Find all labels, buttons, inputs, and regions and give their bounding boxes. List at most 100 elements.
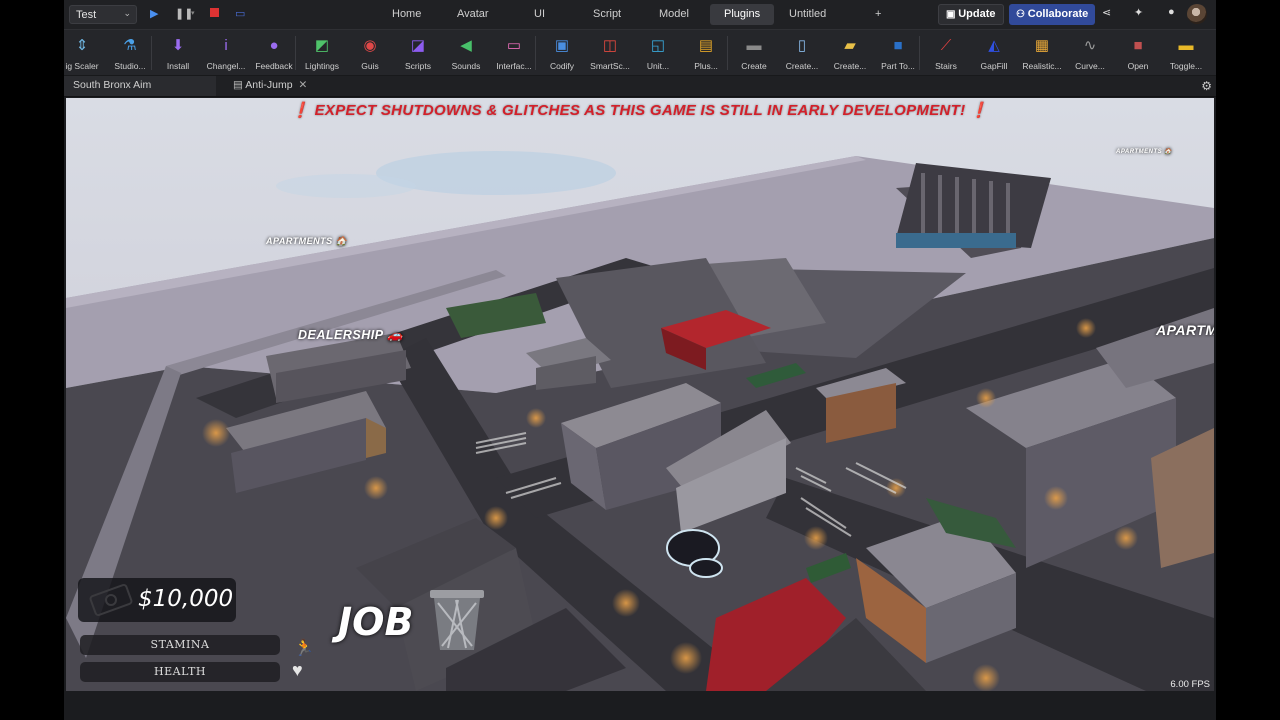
notification-bell-icon[interactable]: ● <box>1168 6 1175 18</box>
stamina-runner-icon: 🏃 <box>294 638 314 657</box>
health-bar: HEALTH <box>80 662 280 682</box>
ribbon-item-label: Realistic... <box>1022 61 1062 71</box>
ribbon-item-lighting[interactable]: ◩ Lightings <box>296 30 348 76</box>
ribbon-item-plus-doc[interactable]: ▤ Plus... <box>680 30 732 76</box>
play-mode-select[interactable]: Test ⌄ <box>69 5 137 24</box>
update-label: Update <box>958 8 996 20</box>
ribbon-item-unit[interactable]: ◱ Unit... <box>632 30 684 76</box>
ribbon-item-part[interactable]: ■ Part To... <box>872 30 924 76</box>
add-tab-button[interactable]: + <box>861 4 895 25</box>
ribbon-item-label: Toggle... <box>1169 61 1203 71</box>
ribbon-item-label: Codify <box>549 61 575 71</box>
ribbon-item-gui[interactable]: ◉ Guis <box>344 30 396 76</box>
ribbon-item-smartscale[interactable]: ◫ SmartSc... <box>584 30 636 76</box>
pause-dropdown-icon[interactable]: ▾ <box>191 9 195 17</box>
toggle-icon: ▬ <box>1178 37 1194 54</box>
ribbon-item-download-arrow[interactable]: ⬇ Install <box>152 30 204 76</box>
avatar[interactable] <box>1187 4 1207 24</box>
ribbon-item-gapfill[interactable]: ◭ GapFill <box>968 30 1020 76</box>
tab-untitled[interactable]: Untitled <box>775 4 840 25</box>
download-arrow-icon: ⬇ <box>171 37 185 54</box>
health-label: HEALTH <box>154 665 206 678</box>
open-icon: ■ <box>1133 37 1143 54</box>
ribbon-item-info[interactable]: i Changel... <box>200 30 252 76</box>
ribbon-item-flask[interactable]: ⚗ Studio... <box>104 30 156 76</box>
ribbon-item-create[interactable]: ▬ Create <box>728 30 780 76</box>
ribbon-item-label: Stairs <box>935 61 957 71</box>
ribbon-item-label: Curve... <box>1075 61 1105 71</box>
script-file-icon: ▤ <box>233 79 246 91</box>
billboard-dealership: DEALERSHIP 🚗 <box>298 328 404 342</box>
city-scene: 🏃 ♥ <box>66 98 1214 691</box>
collaborate-label: Collaborate <box>1027 8 1089 20</box>
ribbon-separator <box>919 36 920 70</box>
unit-icon: ◱ <box>650 37 666 54</box>
smartscale-icon: ◫ <box>602 37 618 54</box>
ribbon-item-label: Part To... <box>881 61 915 71</box>
collaborate-button[interactable]: ⚇ Collaborate <box>1009 4 1096 25</box>
gui-icon: ◉ <box>363 37 377 54</box>
gear-icon[interactable]: ⚙ <box>1201 79 1212 93</box>
tab-ui[interactable]: UI <box>520 4 559 25</box>
stop-icon[interactable] <box>210 8 219 17</box>
ribbon-item-interface[interactable]: ▭ Interfac... <box>488 30 540 76</box>
update-icon: ▣ <box>946 9 959 20</box>
file-tab-anti-jump[interactable]: ▤ Anti-Jump ✕ <box>224 76 312 96</box>
share-icon[interactable]: ⋖ <box>1102 6 1111 19</box>
create-doc-icon: ▯ <box>797 37 807 54</box>
ribbon-item-label: Create... <box>833 61 867 71</box>
gapfill-icon: ◭ <box>988 37 1000 54</box>
create-folder-icon: ▰ <box>844 37 856 54</box>
tab-avatar[interactable]: Avatar <box>443 4 503 25</box>
close-icon[interactable]: ✕ <box>299 79 308 91</box>
job-label[interactable]: JOB <box>338 600 413 644</box>
create-icon: ▬ <box>746 37 762 54</box>
lighting-icon: ◩ <box>314 37 330 54</box>
curve-icon: ∿ <box>1083 37 1097 54</box>
tab-model[interactable]: Model <box>645 4 703 25</box>
ribbon-item-chat-bubble[interactable]: ● Feedback <box>248 30 300 76</box>
stamina-label: STAMINA <box>150 638 210 651</box>
plugins-ribbon: ⇕ ig Scaler ⚗ Studio... ⬇ Install i Changel... ●… <box>64 29 1216 76</box>
ribbon-item-label: SmartSc... <box>590 61 630 71</box>
ribbon-item-codify[interactable]: ▣ Codify <box>536 30 588 76</box>
chat-bubble-icon: ● <box>269 37 279 54</box>
file-tab-label: Anti-Jump <box>245 79 293 91</box>
ribbon-item-open[interactable]: ■ Open <box>1112 30 1164 76</box>
script-icon: ◪ <box>410 37 426 54</box>
codify-icon: ▣ <box>554 37 570 54</box>
info-icon: i <box>224 37 228 54</box>
interface-icon: ▭ <box>506 37 522 54</box>
ribbon-item-landscape[interactable]: ▦ Realistic... <box>1016 30 1068 76</box>
assistant-sparkle-icon[interactable]: ✦ <box>1134 6 1143 19</box>
ribbon-item-toggle[interactable]: ▬ Toggle... <box>1160 30 1212 76</box>
ribbon-item-label: Feedback <box>255 61 293 71</box>
ribbon-item-sound[interactable]: ◀ Sounds <box>440 30 492 76</box>
stamina-bar: STAMINA <box>80 635 280 655</box>
ribbon-item-stairs[interactable]: ⟋ Stairs <box>920 30 972 76</box>
tab-script[interactable]: Script <box>579 4 635 25</box>
tab-home[interactable]: Home <box>378 4 435 25</box>
ribbon-item-label: Create... <box>785 61 819 71</box>
ribbon-item-label: Unit... <box>646 61 670 71</box>
game-viewport[interactable]: 🏃 ♥ ❗ EXPECT SHUTDOWNS & GLITCHES AS THI… <box>66 98 1214 691</box>
ribbon-item-create-doc[interactable]: ▯ Create... <box>776 30 828 76</box>
play-icon[interactable]: ▶ <box>150 7 158 20</box>
ribbon-item-label: Install <box>166 61 190 71</box>
ribbon-item-create-folder[interactable]: ▰ Create... <box>824 30 876 76</box>
tab-plugins[interactable]: Plugins <box>710 4 775 25</box>
file-tab-place[interactable]: South Bronx Aim Trainer.rbxl✕ <box>64 76 216 110</box>
play-mode-value: Test <box>76 9 97 21</box>
plus-doc-icon: ▤ <box>698 37 714 54</box>
money-value: $10,000 <box>138 586 234 612</box>
ribbon-item-script[interactable]: ◪ Scripts <box>392 30 444 76</box>
scaler-icon: ⇕ <box>75 37 89 54</box>
update-button[interactable]: ▣ Update <box>938 4 1004 25</box>
ribbon-item-label: Scripts <box>405 61 431 71</box>
ribbon-item-curve[interactable]: ∿ Curve... <box>1064 30 1116 76</box>
ribbon-item-scaler[interactable]: ⇕ ig Scaler <box>64 30 108 76</box>
billboard-apartments-left: APARTMENTS 🏠 <box>266 236 348 246</box>
part-icon: ■ <box>893 37 903 54</box>
flask-icon: ⚗ <box>123 37 137 54</box>
device-emulator-icon[interactable]: ▭ <box>235 7 245 20</box>
